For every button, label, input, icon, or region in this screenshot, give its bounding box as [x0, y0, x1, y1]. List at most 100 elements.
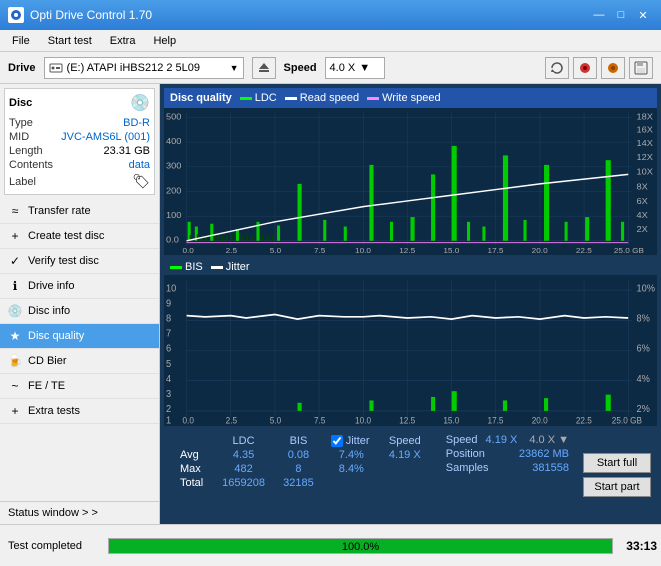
write-speed-legend-label: Write speed: [382, 92, 441, 104]
app-title: Opti Drive Control 1.70: [30, 8, 152, 22]
jitter-legend-label: Jitter: [226, 261, 250, 273]
refresh-button[interactable]: [545, 57, 569, 79]
svg-text:20.0: 20.0: [532, 415, 548, 426]
svg-text:300: 300: [166, 161, 181, 171]
app-icon: [8, 7, 24, 23]
disc-quality-icon: ★: [8, 329, 22, 343]
sidebar-item-disc-info-label: Disc info: [28, 305, 70, 317]
save-button[interactable]: [629, 57, 653, 79]
disc-quality-title-bar: Disc quality LDC Read speed Write speed: [164, 88, 657, 108]
disc-length-label: Length: [9, 145, 43, 157]
svg-text:0.0: 0.0: [166, 235, 179, 245]
menu-bar: File Start test Extra Help: [0, 30, 661, 52]
write-speed-legend-color: [367, 97, 379, 100]
disc-red-icon: [578, 61, 592, 75]
svg-text:6%: 6%: [636, 343, 650, 355]
jitter-checkbox[interactable]: [331, 435, 343, 447]
svg-text:9: 9: [166, 298, 172, 310]
drive-selector[interactable]: (E:) ATAPI iHBS212 2 5L09 ▼: [44, 57, 244, 79]
sidebar-item-disc-quality[interactable]: ★ Disc quality: [0, 324, 159, 349]
disc-red-button[interactable]: [573, 57, 597, 79]
maximize-button[interactable]: □: [611, 5, 631, 25]
menu-help[interactable]: Help: [145, 33, 184, 49]
menu-start-test[interactable]: Start test: [40, 33, 100, 49]
svg-text:400: 400: [166, 136, 181, 146]
sidebar-item-verify-test-disc[interactable]: ✓ Verify test disc: [0, 249, 159, 274]
total-label: Total: [172, 476, 213, 490]
status-bar: Test completed 100.0% 33:13: [0, 524, 661, 566]
svg-text:4%: 4%: [636, 373, 650, 385]
start-part-button[interactable]: Start part: [583, 477, 651, 497]
sidebar-item-create-test-disc-label: Create test disc: [28, 230, 104, 242]
bis-jitter-svg: 10 9 8 7 6 5 4 3 2 1 10% 8% 6% 4% 2%: [164, 275, 657, 426]
jitter-legend-item: Jitter: [211, 261, 250, 273]
menu-file[interactable]: File: [4, 33, 38, 49]
svg-text:10: 10: [166, 283, 177, 295]
ldc-legend-label: LDC: [255, 92, 277, 104]
position-key: Position: [446, 448, 485, 460]
main-layout: Disc 💿 Type BD-R MID JVC-AMS6L (001) Len…: [0, 84, 661, 524]
eject-button[interactable]: [252, 57, 276, 79]
title-bar: Opti Drive Control 1.70 — □ ✕: [0, 0, 661, 30]
progress-label: 100.0%: [109, 539, 612, 554]
disc-type-value: BD-R: [123, 117, 150, 129]
sidebar-item-disc-quality-label: Disc quality: [28, 330, 84, 342]
create-test-disc-icon: +: [8, 229, 22, 243]
drive-label: Drive: [8, 62, 36, 74]
read-speed-legend-color: [285, 97, 297, 100]
sidebar-item-cd-bier[interactable]: 🍺 CD Bier: [0, 349, 159, 374]
svg-text:4: 4: [166, 373, 172, 385]
svg-text:14X: 14X: [636, 138, 652, 148]
sidebar-item-extra-tests[interactable]: + Extra tests: [0, 399, 159, 424]
bis-legend-item: BIS: [170, 261, 203, 273]
samples-key: Samples: [446, 462, 489, 474]
speed-label: Speed: [284, 62, 317, 74]
speed-value-display: 4.19 X: [486, 434, 518, 446]
sidebar-item-extra-tests-label: Extra tests: [28, 405, 80, 417]
status-window-item[interactable]: Status window > >: [0, 501, 159, 524]
disc-type-label: Type: [9, 117, 33, 129]
svg-text:3: 3: [166, 388, 172, 400]
write-speed-legend: Write speed: [367, 92, 441, 104]
svg-text:500: 500: [166, 112, 181, 122]
svg-text:7.5: 7.5: [314, 246, 326, 255]
time-display: 33:13: [617, 539, 657, 553]
menu-extra[interactable]: Extra: [102, 33, 144, 49]
transfer-rate-icon: ≈: [8, 204, 22, 218]
sidebar-item-create-test-disc[interactable]: + Create test disc: [0, 224, 159, 249]
content-area: Disc quality LDC Read speed Write speed: [160, 84, 661, 524]
disc-panel-title: Disc: [9, 97, 32, 109]
max-label: Max: [172, 462, 213, 476]
sidebar-item-disc-info[interactable]: 💿 Disc info: [0, 299, 159, 324]
speed-selector[interactable]: 4.0 X ▼: [325, 57, 385, 79]
total-ldc: 1659208: [213, 476, 274, 490]
drive-value: (E:) ATAPI iHBS212 2 5L09: [67, 62, 226, 74]
sidebar-item-transfer-rate[interactable]: ≈ Transfer rate: [0, 199, 159, 224]
svg-text:2.5: 2.5: [226, 246, 238, 255]
disc-panel-icon: 💿: [130, 93, 150, 113]
drive-dropdown-arrow: ▼: [230, 63, 239, 73]
svg-text:22.5: 22.5: [576, 246, 593, 255]
sidebar-item-fe-te[interactable]: ~ FE / TE: [0, 374, 159, 399]
minimize-button[interactable]: —: [589, 5, 609, 25]
svg-text:12.5: 12.5: [399, 415, 415, 426]
avg-ldc: 4.35: [213, 448, 274, 462]
svg-text:200: 200: [166, 186, 181, 196]
svg-text:5.0: 5.0: [270, 246, 282, 255]
sidebar-item-drive-info-label: Drive info: [28, 280, 74, 292]
avg-speed: 4.19 X: [380, 448, 430, 462]
svg-text:25.0 GB: 25.0 GB: [614, 246, 644, 255]
drive-bar: Drive (E:) ATAPI iHBS212 2 5L09 ▼ Speed …: [0, 52, 661, 84]
eject-icon: [257, 61, 271, 75]
disc-panel: Disc 💿 Type BD-R MID JVC-AMS6L (001) Len…: [4, 88, 155, 195]
disc-quality-svg: 500 400 300 200 100 0.0 18X 16X 14X 12X …: [164, 108, 657, 255]
avg-jitter: 7.4%: [323, 448, 380, 462]
svg-text:4X: 4X: [636, 210, 647, 220]
sidebar-item-drive-info[interactable]: ℹ Drive info: [0, 274, 159, 299]
svg-text:25.0 GB: 25.0 GB: [612, 415, 642, 426]
disc-orange-button[interactable]: [601, 57, 625, 79]
close-button[interactable]: ✕: [633, 5, 653, 25]
svg-text:7: 7: [166, 328, 171, 340]
start-full-button[interactable]: Start full: [583, 453, 651, 473]
ldc-legend-color: [240, 97, 252, 100]
